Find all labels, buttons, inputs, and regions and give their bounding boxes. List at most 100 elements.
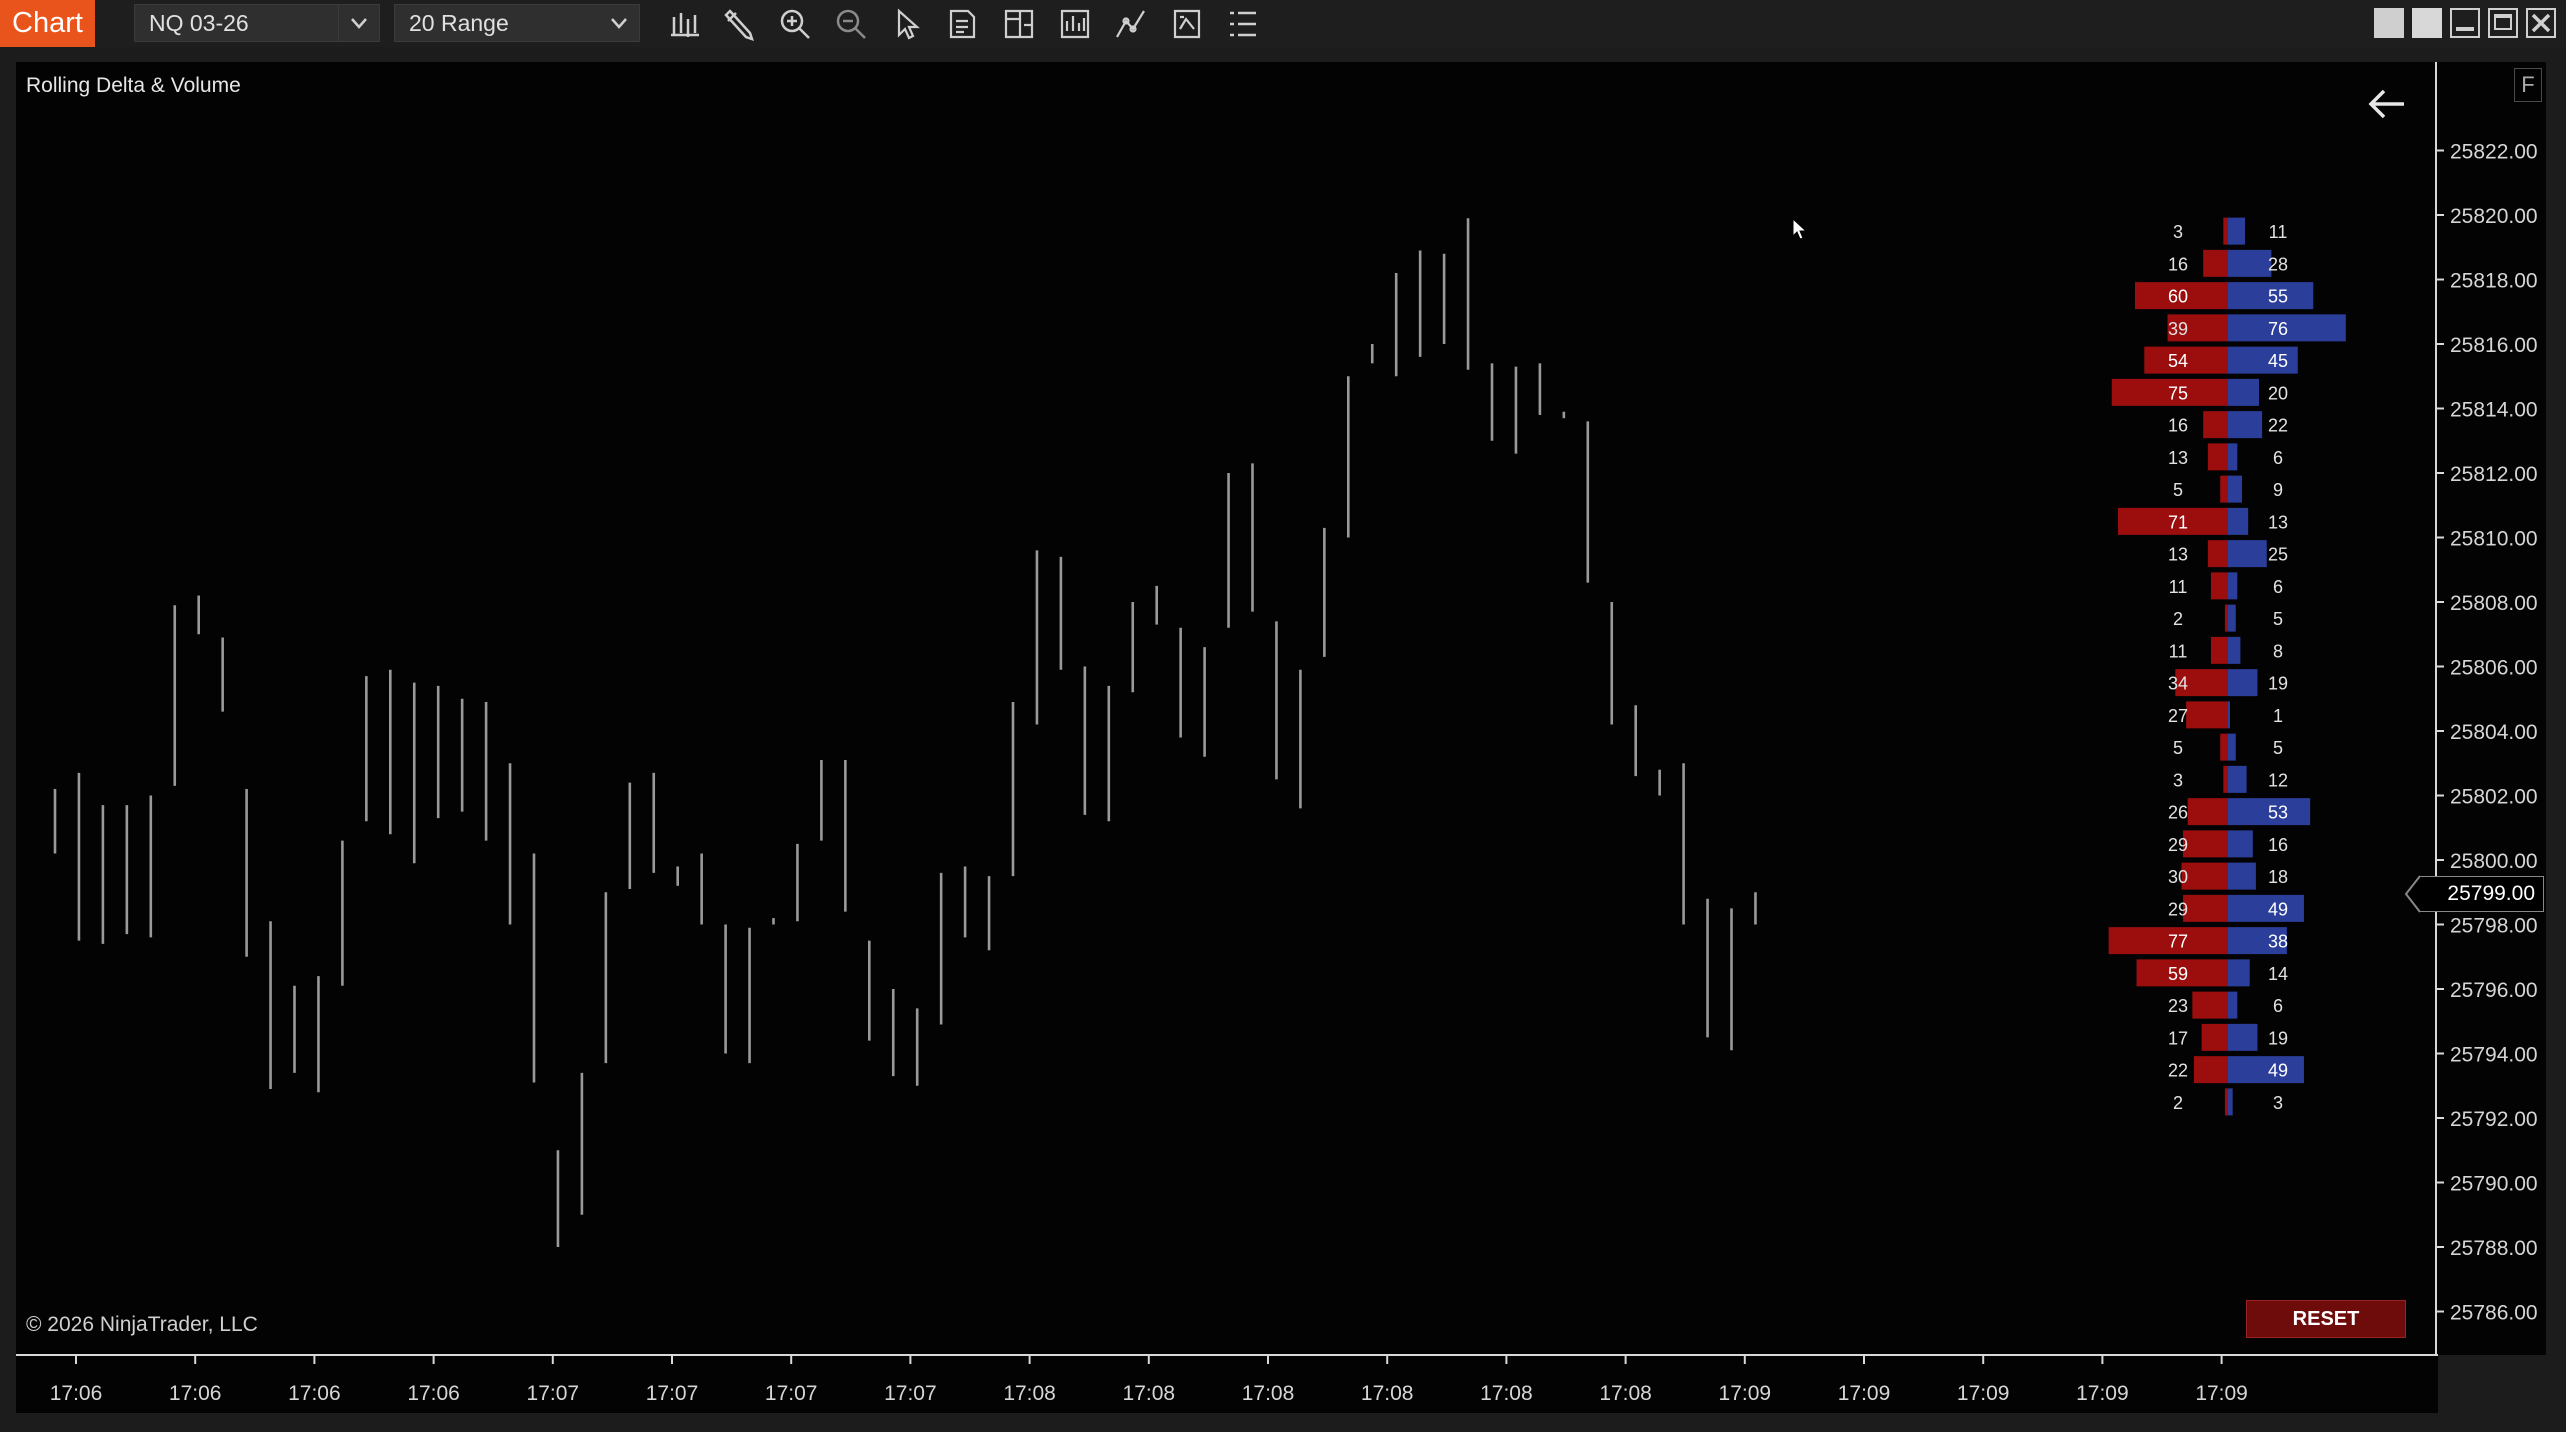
sell-volume-label: 3 bbox=[2173, 222, 2183, 242]
sell-volume-bar bbox=[2223, 765, 2228, 793]
buy-volume-bar bbox=[2228, 1056, 2304, 1084]
sell-volume-label: 5 bbox=[2173, 480, 2183, 500]
buy-volume-label: 22 bbox=[2268, 416, 2288, 436]
time-label: 17:09 bbox=[2076, 1382, 2129, 1405]
buy-volume-label: 11 bbox=[2269, 222, 2288, 242]
current-price-pointer bbox=[2404, 875, 2421, 913]
buy-volume-bar bbox=[2228, 733, 2236, 761]
price-label: 25812.00 bbox=[2450, 463, 2538, 486]
buy-volume-bar bbox=[2228, 636, 2241, 664]
buy-volume-label: 12 bbox=[2268, 770, 2288, 790]
sell-volume-label: 16 bbox=[2168, 254, 2188, 274]
buy-volume-bar bbox=[2228, 217, 2246, 245]
buy-volume-bar bbox=[2228, 959, 2250, 987]
buy-volume-label: 6 bbox=[2273, 996, 2283, 1016]
buy-volume-bar bbox=[2228, 1023, 2258, 1051]
sell-volume-label: 71 bbox=[2168, 512, 2188, 532]
price-label: 25794.00 bbox=[2450, 1044, 2538, 1067]
reset-button[interactable]: RESET bbox=[2246, 1300, 2406, 1338]
buy-volume-label: 28 bbox=[2268, 254, 2288, 274]
indicator-title: Rolling Delta & Volume bbox=[26, 74, 241, 97]
sell-volume-bar bbox=[2187, 798, 2228, 826]
sell-volume-bar bbox=[2210, 572, 2228, 600]
time-label: 17:08 bbox=[1003, 1382, 1056, 1405]
time-label: 17:07 bbox=[646, 1382, 699, 1405]
back-arrow-icon[interactable] bbox=[2366, 86, 2408, 122]
sell-volume-bar bbox=[2186, 701, 2228, 729]
price-label: 25814.00 bbox=[2450, 399, 2538, 422]
current-price-marker: 25799.00 bbox=[2420, 876, 2544, 912]
sell-volume-label: 30 bbox=[2168, 867, 2188, 887]
sell-volume-bar bbox=[2224, 1088, 2228, 1116]
sell-volume-label: 13 bbox=[2168, 448, 2188, 468]
time-label: 17:06 bbox=[407, 1382, 460, 1405]
buy-volume-label: 76 bbox=[2268, 319, 2288, 339]
sell-volume-bar bbox=[2193, 1056, 2228, 1084]
sell-volume-label: 75 bbox=[2168, 383, 2188, 403]
buy-volume-bar bbox=[2228, 701, 2230, 729]
buy-volume-label: 6 bbox=[2273, 448, 2283, 468]
buy-volume-label: 18 bbox=[2268, 867, 2288, 887]
f-button[interactable]: F bbox=[2514, 68, 2542, 102]
sell-volume-bar bbox=[2183, 894, 2228, 922]
buy-volume-label: 1 bbox=[2273, 706, 2283, 726]
buy-volume-bar bbox=[2228, 991, 2238, 1019]
buy-volume-label: 20 bbox=[2268, 383, 2288, 403]
time-label: 17:07 bbox=[884, 1382, 937, 1405]
price-label: 25808.00 bbox=[2450, 592, 2538, 615]
sell-volume-bar bbox=[2201, 1023, 2228, 1051]
sell-volume-label: 29 bbox=[2168, 835, 2188, 855]
buy-volume-label: 5 bbox=[2273, 609, 2283, 629]
sell-volume-bar bbox=[2181, 862, 2228, 890]
buy-volume-label: 16 bbox=[2268, 835, 2288, 855]
buy-volume-bar bbox=[2228, 540, 2267, 568]
sell-volume-label: 2 bbox=[2173, 609, 2183, 629]
buy-volume-bar bbox=[2228, 475, 2242, 503]
time-label: 17:07 bbox=[527, 1382, 580, 1405]
buy-volume-label: 49 bbox=[2268, 1061, 2288, 1081]
time-label: 17:09 bbox=[1838, 1382, 1891, 1405]
sell-volume-label: 54 bbox=[2168, 351, 2188, 371]
price-label: 25806.00 bbox=[2450, 657, 2538, 680]
buy-volume-bar bbox=[2228, 443, 2238, 471]
sell-volume-bar bbox=[2224, 604, 2228, 632]
sell-volume-bar bbox=[2220, 475, 2228, 503]
sell-volume-label: 26 bbox=[2168, 803, 2188, 823]
time-label: 17:09 bbox=[1719, 1382, 1772, 1405]
buy-volume-label: 19 bbox=[2268, 674, 2288, 694]
sell-volume-bar bbox=[2207, 540, 2228, 568]
sell-volume-bar bbox=[2192, 991, 2228, 1019]
price-label: 25816.00 bbox=[2450, 334, 2538, 357]
buy-volume-bar bbox=[2228, 604, 2236, 632]
buy-volume-label: 55 bbox=[2268, 287, 2288, 307]
sell-volume-bar bbox=[2223, 217, 2228, 245]
buy-volume-label: 49 bbox=[2268, 899, 2288, 919]
price-label: 25800.00 bbox=[2450, 850, 2538, 873]
buy-volume-label: 13 bbox=[2268, 512, 2288, 532]
buy-volume-label: 25 bbox=[2268, 545, 2288, 565]
price-label: 25790.00 bbox=[2450, 1173, 2538, 1196]
time-label: 17:09 bbox=[2195, 1382, 2248, 1405]
sell-volume-label: 3 bbox=[2173, 770, 2183, 790]
buy-volume-bar bbox=[2228, 249, 2272, 277]
mouse-cursor-icon bbox=[1792, 218, 1808, 240]
sell-volume-label: 11 bbox=[2169, 641, 2188, 661]
buy-volume-label: 5 bbox=[2273, 738, 2283, 758]
sell-volume-label: 2 bbox=[2173, 1093, 2183, 1113]
buy-volume-bar bbox=[2228, 862, 2256, 890]
buy-volume-label: 9 bbox=[2273, 480, 2283, 500]
price-label: 25804.00 bbox=[2450, 721, 2538, 744]
buy-volume-label: 6 bbox=[2273, 577, 2283, 597]
price-label: 25786.00 bbox=[2450, 1302, 2538, 1325]
price-label: 25810.00 bbox=[2450, 528, 2538, 551]
buy-volume-bar bbox=[2228, 572, 2238, 600]
sell-volume-label: 34 bbox=[2168, 674, 2188, 694]
buy-volume-label: 14 bbox=[2268, 964, 2288, 984]
price-label: 25818.00 bbox=[2450, 270, 2538, 293]
time-label: 17:06 bbox=[50, 1382, 103, 1405]
time-label: 17:08 bbox=[1123, 1382, 1176, 1405]
buy-volume-label: 19 bbox=[2268, 1028, 2288, 1048]
price-label: 25796.00 bbox=[2450, 979, 2538, 1002]
sell-volume-bar bbox=[2203, 249, 2228, 277]
buy-volume-bar bbox=[2228, 894, 2304, 922]
